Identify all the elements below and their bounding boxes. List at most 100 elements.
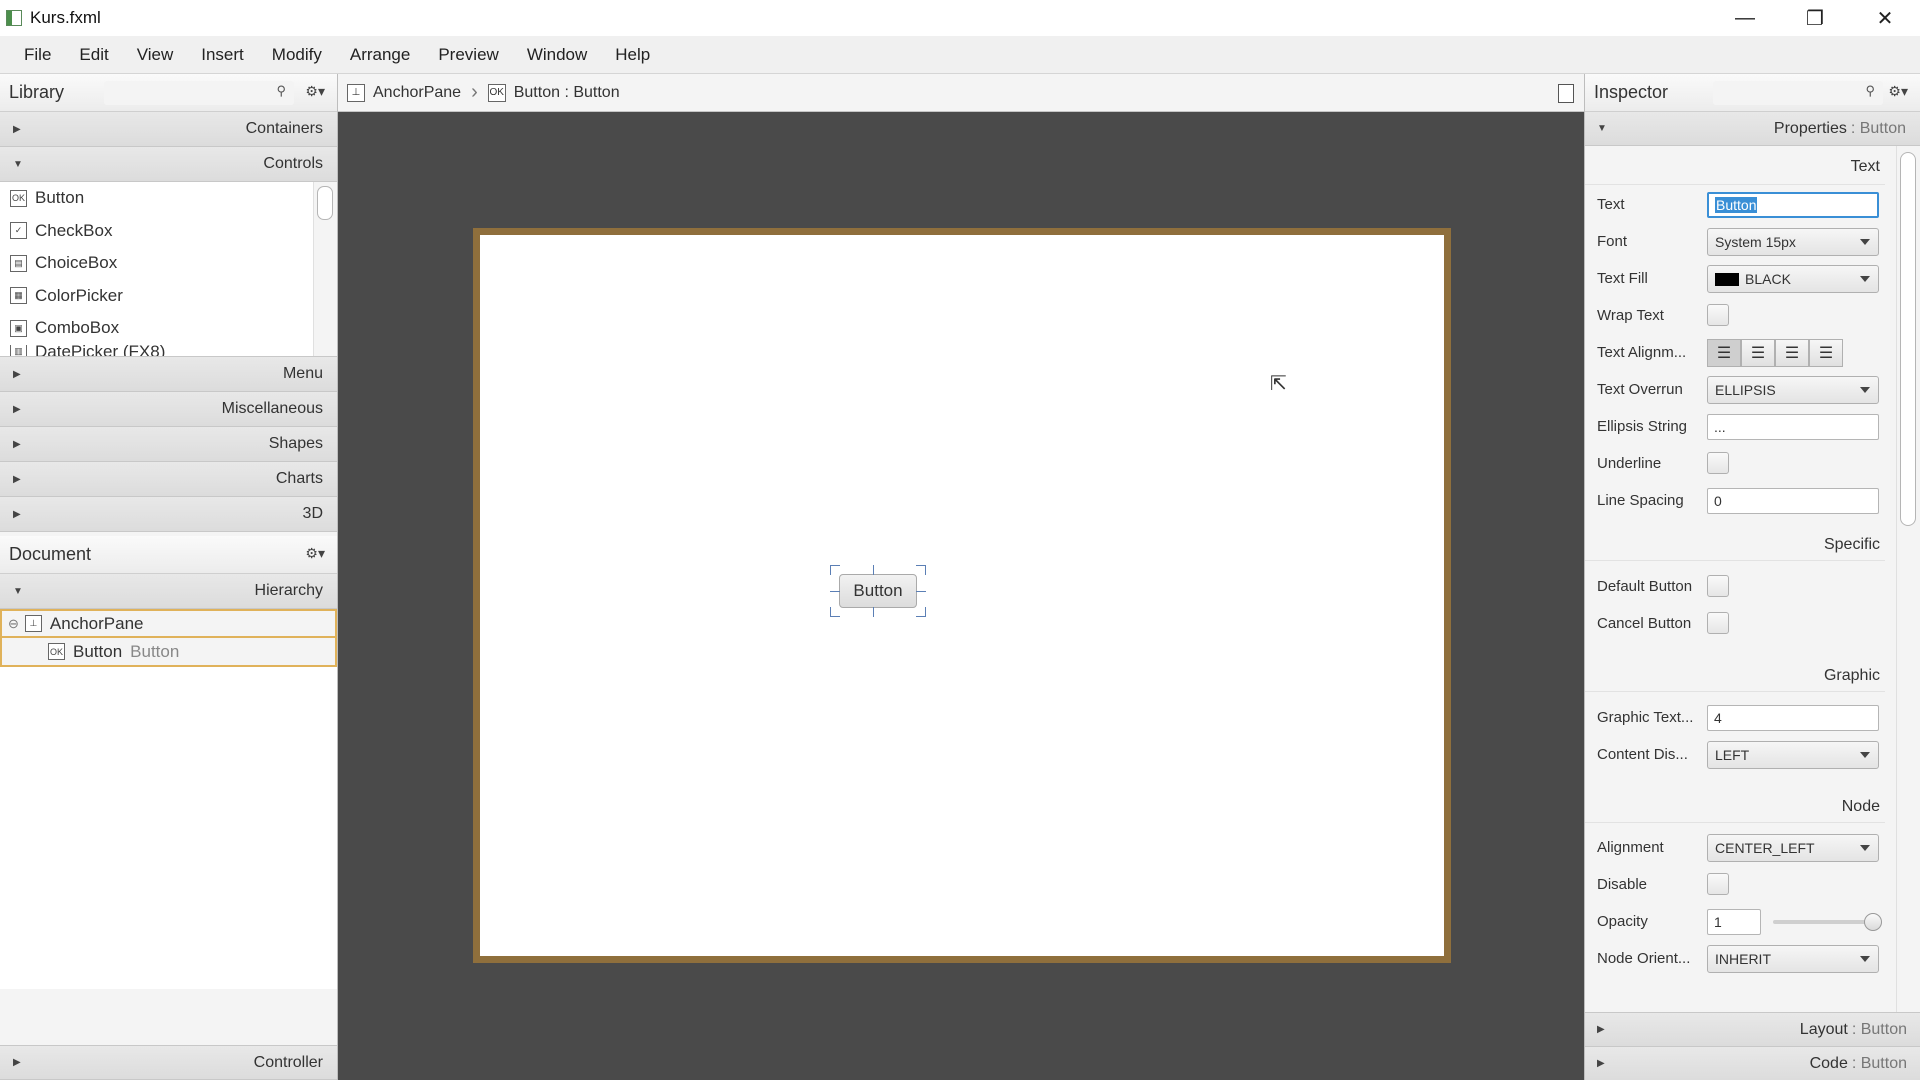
inspector-scrollbar-thumb[interactable]	[1900, 152, 1916, 526]
selection-handle[interactable]	[873, 607, 874, 617]
selection-handle[interactable]	[830, 565, 840, 575]
section-shapes[interactable]: ▶ Shapes	[0, 427, 337, 462]
breadcrumb-current[interactable]: Button : Button	[514, 84, 620, 102]
menu-insert[interactable]: Insert	[187, 45, 258, 65]
library-item-button[interactable]: OK Button	[0, 182, 337, 215]
disable-checkbox[interactable]	[1707, 873, 1729, 895]
inspector-search-input[interactable]: ⚲	[1713, 81, 1883, 105]
menu-help[interactable]: Help	[601, 45, 664, 65]
selection-handle[interactable]	[916, 565, 926, 575]
inspector-scrollbar-track[interactable]	[1896, 146, 1920, 1038]
canvas-button[interactable]: Button	[839, 574, 917, 608]
anchorpane-canvas[interactable]: Button ⇱	[473, 228, 1451, 963]
graphic-text-gap-field[interactable]: 4	[1707, 705, 1879, 731]
gear-icon[interactable]: ⚙▾	[305, 83, 325, 100]
library-item-combobox[interactable]: ▣ ComboBox	[0, 312, 337, 345]
section-hierarchy[interactable]: ▼ Hierarchy	[0, 574, 337, 609]
properties-title: Properties	[1773, 119, 1847, 137]
tree-item-id: Button	[130, 641, 180, 661]
combobox-icon: ▣	[10, 319, 27, 337]
expand-arrow-icon: ▶	[13, 123, 21, 135]
ok-icon: OK	[10, 189, 27, 207]
line-spacing-field[interactable]: 0	[1707, 488, 1879, 514]
expand-arrow-icon: ▶	[1597, 1058, 1605, 1069]
selection-handle[interactable]	[830, 591, 840, 601]
align-left-icon[interactable]: ☰	[1707, 339, 1741, 367]
opacity-slider-thumb[interactable]	[1864, 913, 1882, 931]
selection-handle[interactable]	[916, 607, 926, 617]
layout-section-header[interactable]: ▶ Layout : Button	[1585, 1012, 1920, 1046]
text-fill-combo[interactable]: BLACK	[1707, 265, 1879, 293]
node-orientation-combo[interactable]: INHERIT	[1707, 945, 1879, 973]
collapse-toggle-icon[interactable]: ⊖	[8, 616, 19, 632]
prop-label-node-orientation: Node Orient...	[1597, 950, 1691, 967]
library-item-colorpicker[interactable]: ▦ ColorPicker	[0, 280, 337, 313]
menu-preview[interactable]: Preview	[424, 45, 512, 65]
properties-section-header[interactable]: ▼ Properties : Button	[1585, 112, 1920, 146]
align-justify-icon[interactable]: ☰	[1809, 339, 1843, 367]
restore-button[interactable]: ❐	[1780, 0, 1850, 36]
prop-label-default-button: Default Button	[1597, 578, 1693, 595]
anchorpane-icon: ⊥	[24, 615, 42, 632]
font-value: System 15px	[1715, 234, 1796, 250]
font-combo[interactable]: System 15px	[1707, 228, 1879, 256]
section-controls[interactable]: ▼ Controls	[0, 147, 337, 182]
align-center-icon[interactable]: ☰	[1741, 339, 1775, 367]
minimize-button[interactable]: —	[1710, 0, 1780, 36]
tree-item-button[interactable]: OK Button Button	[0, 638, 337, 667]
section-menu[interactable]: ▶ Menu	[0, 357, 337, 392]
opacity-slider-track[interactable]	[1773, 920, 1873, 924]
section-controller[interactable]: ▶ Controller	[0, 1045, 337, 1080]
ellipsis-string-field[interactable]: ...	[1707, 414, 1879, 440]
library-search-input[interactable]: ⚲	[104, 81, 294, 105]
gear-icon[interactable]: ⚙▾	[1888, 83, 1908, 100]
content-display-combo[interactable]: LEFT	[1707, 741, 1879, 769]
expand-arrow-icon: ▶	[1597, 1024, 1605, 1035]
dropdown-arrow-icon	[1860, 845, 1870, 851]
wrap-text-checkbox[interactable]	[1707, 304, 1729, 326]
expand-arrow-icon: ▶	[13, 473, 21, 485]
code-subtitle: : Button	[1851, 1054, 1907, 1072]
divider	[1585, 691, 1885, 692]
menu-view[interactable]: View	[123, 45, 188, 65]
chevron-right-icon: ›	[471, 81, 478, 103]
library-item-checkbox[interactable]: ✓ CheckBox	[0, 215, 337, 248]
section-containers[interactable]: ▶ Containers	[0, 112, 337, 147]
alignment-combo[interactable]: CENTER_LEFT	[1707, 834, 1879, 862]
section-miscellaneous[interactable]: ▶ Miscellaneous	[0, 392, 337, 427]
breadcrumb-root[interactable]: AnchorPane	[373, 84, 461, 102]
collapse-arrow-icon: ▼	[13, 158, 23, 170]
section-label: Hierarchy	[254, 582, 323, 599]
code-section-header[interactable]: ▶ Code : Button	[1585, 1046, 1920, 1080]
default-button-checkbox[interactable]	[1707, 575, 1729, 597]
controls-scrollbar-track[interactable]	[313, 182, 337, 356]
controls-scrollbar-thumb[interactable]	[317, 186, 333, 220]
cancel-button-checkbox[interactable]	[1707, 612, 1729, 634]
library-item-choicebox[interactable]: ▤ ChoiceBox	[0, 247, 337, 280]
menu-modify[interactable]: Modify	[258, 45, 336, 65]
selection-handle[interactable]	[916, 591, 926, 601]
menu-arrange[interactable]: Arrange	[336, 45, 424, 65]
text-overrun-combo[interactable]: ELLIPSIS	[1707, 376, 1879, 404]
content-display-value: LEFT	[1715, 747, 1750, 763]
hierarchy-tree: ⊖ ⊥ AnchorPane OK Button Button	[0, 609, 337, 989]
align-right-icon[interactable]: ☰	[1775, 339, 1809, 367]
gear-icon[interactable]: ⚙▾	[305, 545, 325, 562]
menu-file[interactable]: File	[10, 45, 65, 65]
selection-handle[interactable]	[830, 607, 840, 617]
library-item-datepicker[interactable]: ▥ DatePicker (FX8)	[0, 344, 337, 356]
text-alignment-group: ☰ ☰ ☰ ☰	[1707, 339, 1843, 367]
opacity-field[interactable]: 1	[1707, 909, 1761, 935]
menu-window[interactable]: Window	[513, 45, 601, 65]
prop-label-alignment: Alignment	[1597, 839, 1664, 856]
close-button[interactable]: ✕	[1850, 0, 1920, 36]
underline-checkbox[interactable]	[1707, 452, 1729, 474]
selection-handle[interactable]	[873, 565, 874, 575]
text-field[interactable]: Button	[1707, 192, 1879, 218]
section-charts[interactable]: ▶ Charts	[0, 462, 337, 497]
menu-edit[interactable]: Edit	[65, 45, 122, 65]
tree-item-anchorpane[interactable]: ⊖ ⊥ AnchorPane	[0, 609, 337, 638]
document-icon[interactable]	[1558, 84, 1574, 103]
text-overrun-value: ELLIPSIS	[1715, 382, 1776, 398]
section-3d[interactable]: ▶ 3D	[0, 497, 337, 532]
